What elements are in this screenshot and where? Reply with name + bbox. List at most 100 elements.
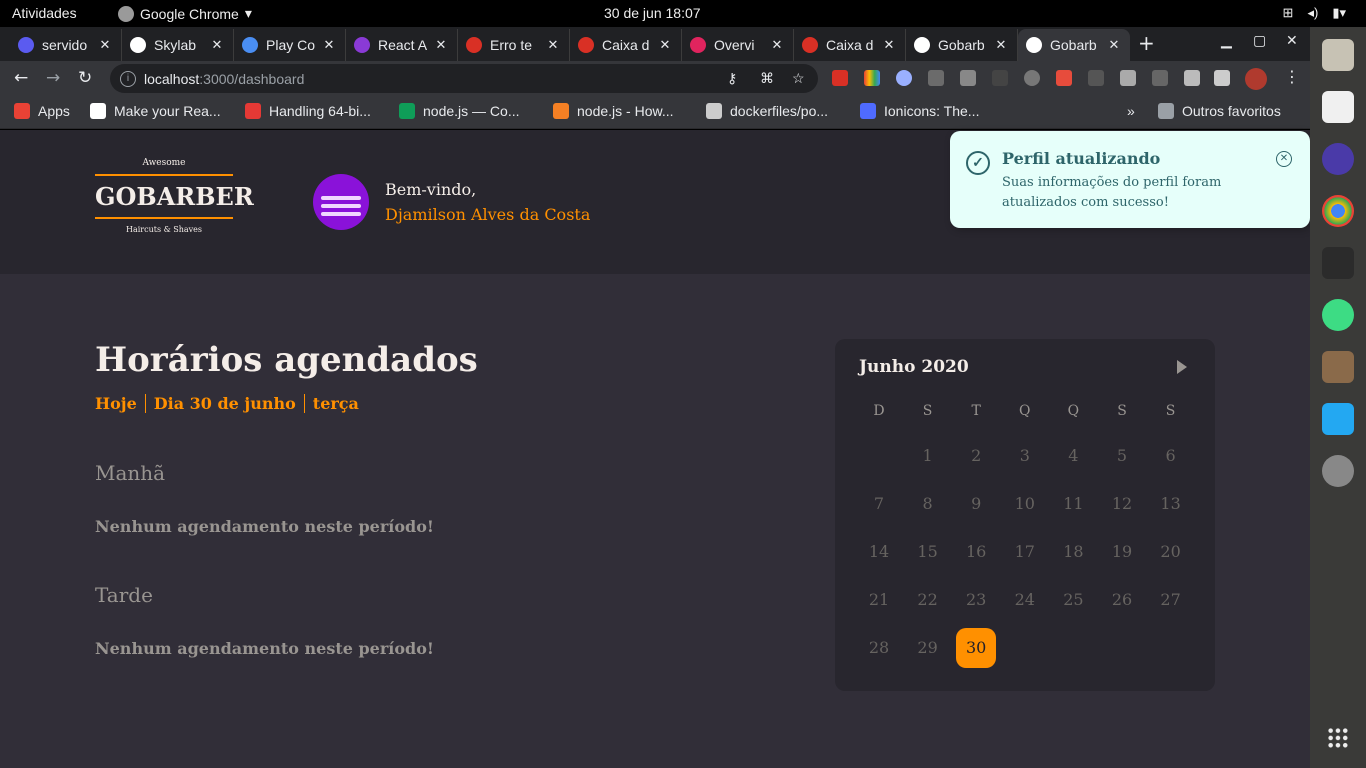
calendar-day[interactable]: 11 xyxy=(1053,484,1093,524)
star-icon[interactable]: ☆ xyxy=(792,70,805,87)
key-icon[interactable]: ⚷ xyxy=(727,70,737,87)
extension-icon[interactable] xyxy=(896,70,912,86)
more-bookmarks-icon[interactable]: » xyxy=(1127,103,1135,119)
calendar-day[interactable]: 26 xyxy=(1102,580,1142,620)
bookmark-item[interactable]: Ionicons: The... xyxy=(860,103,979,119)
avatar[interactable] xyxy=(1245,68,1267,90)
calendar-day[interactable]: 19 xyxy=(1102,532,1142,572)
calendar-day[interactable]: 7 xyxy=(859,484,899,524)
calendar-day[interactable]: 14 xyxy=(859,532,899,572)
other-bookmarks[interactable]: Outros favoritos xyxy=(1158,103,1281,119)
disk-icon[interactable] xyxy=(1322,455,1354,487)
color-picker-icon[interactable] xyxy=(864,70,880,86)
logo[interactable]: Awesome GOBARBER Haircuts & Shaves xyxy=(95,158,254,234)
info-icon[interactable]: i xyxy=(120,70,136,87)
extension-icon[interactable] xyxy=(1152,70,1168,86)
grid-icon[interactable] xyxy=(1120,70,1136,86)
calendar-day[interactable]: 3 xyxy=(1005,436,1045,476)
calendar-day[interactable]: 10 xyxy=(1005,484,1045,524)
profile-link[interactable]: Djamilson Alves da Costa xyxy=(385,205,590,224)
browser-tab[interactable]: Skylab ✕ xyxy=(122,29,234,61)
address-bar[interactable]: i localhost:3000/dashboard ⚷ ⌘ ☆ xyxy=(110,64,818,93)
calendar-day[interactable]: 24 xyxy=(1005,580,1045,620)
bookmark-item[interactable]: Make your Rea... xyxy=(90,103,221,119)
bookmark-item[interactable]: Handling 64-bi... xyxy=(245,103,371,119)
browser-tab[interactable]: Play Co ✕ xyxy=(234,29,346,61)
translate-icon[interactable]: ⌘ xyxy=(760,70,774,87)
reload-icon[interactable]: ↻ xyxy=(78,68,92,88)
app-icon[interactable] xyxy=(1322,143,1354,175)
camera-icon[interactable] xyxy=(960,70,976,86)
bookmark-item[interactable]: dockerfiles/po... xyxy=(706,103,828,119)
calendar-day[interactable]: 4 xyxy=(1053,436,1093,476)
extension-icon[interactable] xyxy=(1024,70,1040,86)
calendar-day[interactable]: 16 xyxy=(956,532,996,572)
vscode-icon[interactable] xyxy=(1322,403,1354,435)
maximize-icon[interactable]: ▢ xyxy=(1253,33,1266,49)
extension-icon[interactable] xyxy=(832,70,848,86)
next-month-icon[interactable] xyxy=(1177,360,1187,374)
calendar-day[interactable]: 17 xyxy=(1005,532,1045,572)
close-tab-icon[interactable]: ✕ xyxy=(769,37,785,53)
app-menu[interactable]: Google Chrome ▾ xyxy=(118,5,252,22)
calendar-day[interactable]: 5 xyxy=(1102,436,1142,476)
extension-icon[interactable] xyxy=(992,70,1008,86)
calendar-day-selected[interactable]: 30 xyxy=(956,628,997,668)
media-icon[interactable] xyxy=(1214,70,1230,86)
bookmark-item[interactable]: node.js - How... xyxy=(553,103,674,119)
extension-icon[interactable] xyxy=(928,70,944,86)
text-editor-icon[interactable] xyxy=(1322,91,1354,123)
extension-icon[interactable] xyxy=(1056,70,1072,86)
system-tray[interactable]: ⊞ ◂) ▮▾ xyxy=(1283,5,1346,21)
calendar-day[interactable]: 2 xyxy=(956,436,996,476)
close-tab-icon[interactable]: ✕ xyxy=(545,37,561,53)
calendar-day[interactable]: 22 xyxy=(908,580,948,620)
clock[interactable]: 30 de jun 18:07 xyxy=(604,5,701,21)
browser-tab[interactable]: Caixa d ✕ xyxy=(570,29,682,61)
calendar-day[interactable]: 29 xyxy=(908,628,948,668)
calendar-day[interactable]: 8 xyxy=(908,484,948,524)
browser-tab[interactable]: servido ✕ xyxy=(10,29,122,61)
browser-tab[interactable]: Caixa d ✕ xyxy=(794,29,906,61)
calendar-day[interactable]: 9 xyxy=(956,484,996,524)
chrome-icon[interactable] xyxy=(1322,195,1354,227)
close-tab-icon[interactable]: ✕ xyxy=(993,37,1009,53)
browser-tab[interactable]: Gobarb ✕ xyxy=(1018,29,1130,61)
close-window-icon[interactable]: ✕ xyxy=(1286,33,1298,49)
browser-tab[interactable]: React A ✕ xyxy=(346,29,458,61)
calendar-day[interactable]: 23 xyxy=(956,580,996,620)
new-tab-button[interactable]: + xyxy=(1138,31,1155,55)
close-tab-icon[interactable]: ✕ xyxy=(657,37,673,53)
calendar-day[interactable]: 21 xyxy=(859,580,899,620)
calendar-day[interactable]: 6 xyxy=(1151,436,1191,476)
close-tab-icon[interactable]: ✕ xyxy=(433,37,449,53)
forward-icon[interactable]: → xyxy=(46,68,60,88)
browser-tab[interactable]: Overvi ✕ xyxy=(682,29,794,61)
close-tab-icon[interactable]: ✕ xyxy=(209,37,225,53)
app-icon[interactable] xyxy=(1322,351,1354,383)
extension-icon[interactable] xyxy=(1088,70,1104,86)
close-tab-icon[interactable]: ✕ xyxy=(881,37,897,53)
calendar-day[interactable]: 27 xyxy=(1151,580,1191,620)
more-menu-icon[interactable]: ⋮ xyxy=(1284,67,1300,86)
calendar-day[interactable]: 12 xyxy=(1102,484,1142,524)
back-icon[interactable]: ← xyxy=(14,68,28,88)
activities-button[interactable]: Atividades xyxy=(12,5,77,21)
bookmark-item[interactable]: Apps xyxy=(14,103,70,119)
files-icon[interactable] xyxy=(1322,39,1354,71)
android-studio-icon[interactable] xyxy=(1322,299,1354,331)
minimize-icon[interactable]: ▁ xyxy=(1221,33,1232,49)
calendar-day[interactable]: 18 xyxy=(1053,532,1093,572)
calendar-day[interactable]: 15 xyxy=(908,532,948,572)
avatar[interactable] xyxy=(313,174,369,230)
calendar-day[interactable]: 20 xyxy=(1151,532,1191,572)
show-apps-icon[interactable] xyxy=(1327,727,1349,749)
close-icon[interactable]: ✕ xyxy=(1276,151,1292,167)
close-tab-icon[interactable]: ✕ xyxy=(97,37,113,53)
browser-tab[interactable]: Gobarb ✕ xyxy=(906,29,1018,61)
calendar-day[interactable]: 1 xyxy=(908,436,948,476)
browser-tab[interactable]: Erro te ✕ xyxy=(458,29,570,61)
close-tab-icon[interactable]: ✕ xyxy=(1106,37,1122,53)
calendar-day[interactable]: 13 xyxy=(1151,484,1191,524)
close-tab-icon[interactable]: ✕ xyxy=(321,37,337,53)
